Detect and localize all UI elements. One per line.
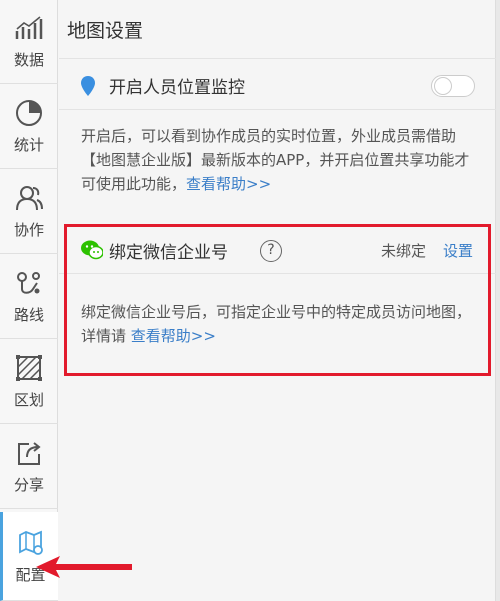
route-icon xyxy=(14,268,44,298)
location-monitor-description: 开启后，可以看到协作成员的实时位置，外业成员需借助【地图慧企业版】最新版本的AP… xyxy=(81,124,481,196)
sidebar-item-stats[interactable]: 统计 xyxy=(0,85,58,169)
sidebar-item-region[interactable]: 区划 xyxy=(0,340,58,424)
wechat-settings-link[interactable]: 设置 xyxy=(443,240,473,261)
wechat-help-link[interactable]: 查看帮助>> xyxy=(131,327,216,345)
question-icon[interactable]: ? xyxy=(260,240,282,262)
region-icon xyxy=(14,353,44,383)
settings-panel: 地图设置 开启人员位置监控 开启后，可以看到协作成员的实时位置，外业成员需借助【… xyxy=(59,0,496,601)
pie-chart-icon xyxy=(14,98,44,128)
users-icon xyxy=(14,183,44,213)
wechat-bind-label: 绑定微信企业号 xyxy=(109,243,228,263)
sidebar-item-route[interactable]: 路线 xyxy=(0,255,58,339)
sidebar-item-label: 分享 xyxy=(13,476,44,494)
bar-chart-icon xyxy=(14,13,44,43)
arrow-left-icon xyxy=(34,552,134,586)
location-pin-icon xyxy=(81,76,95,100)
toggle-knob xyxy=(434,77,452,95)
wechat-bind-description: 绑定微信企业号后，可指定企业号中的特定成员访问地图，详情请 查看帮助>> xyxy=(81,300,481,348)
location-description-text: 开启后，可以看到协作成员的实时位置，外业成员需借助【地图慧企业版】最新版本的AP… xyxy=(81,127,470,193)
sidebar-item-share[interactable]: 分享 xyxy=(0,425,58,509)
status-badge: 未绑定 xyxy=(381,242,427,260)
scrollbar-track xyxy=(496,0,500,601)
sidebar-item-data[interactable]: 数据 xyxy=(0,0,58,84)
wechat-bind-row: 绑定微信企业号 ? 未绑定 设置 xyxy=(59,226,496,274)
page-title: 地图设置 xyxy=(67,20,144,42)
share-icon xyxy=(14,438,44,468)
wechat-icon xyxy=(81,240,104,264)
sidebar: 数据 统计 协作 路线 区划 分享 配置 xyxy=(0,0,58,601)
sidebar-item-collaborate[interactable]: 协作 xyxy=(0,170,58,254)
location-monitor-row: 开启人员位置监控 xyxy=(59,58,496,110)
sidebar-item-label: 数据 xyxy=(13,51,44,69)
sidebar-item-label: 统计 xyxy=(13,136,44,154)
sidebar-item-label: 区划 xyxy=(13,391,44,409)
sidebar-item-label: 路线 xyxy=(13,306,44,324)
location-monitor-label: 开启人员位置监控 xyxy=(109,78,245,98)
location-monitor-toggle[interactable] xyxy=(431,75,475,97)
location-help-link[interactable]: 查看帮助>> xyxy=(186,175,271,193)
sidebar-item-label: 协作 xyxy=(13,221,44,239)
